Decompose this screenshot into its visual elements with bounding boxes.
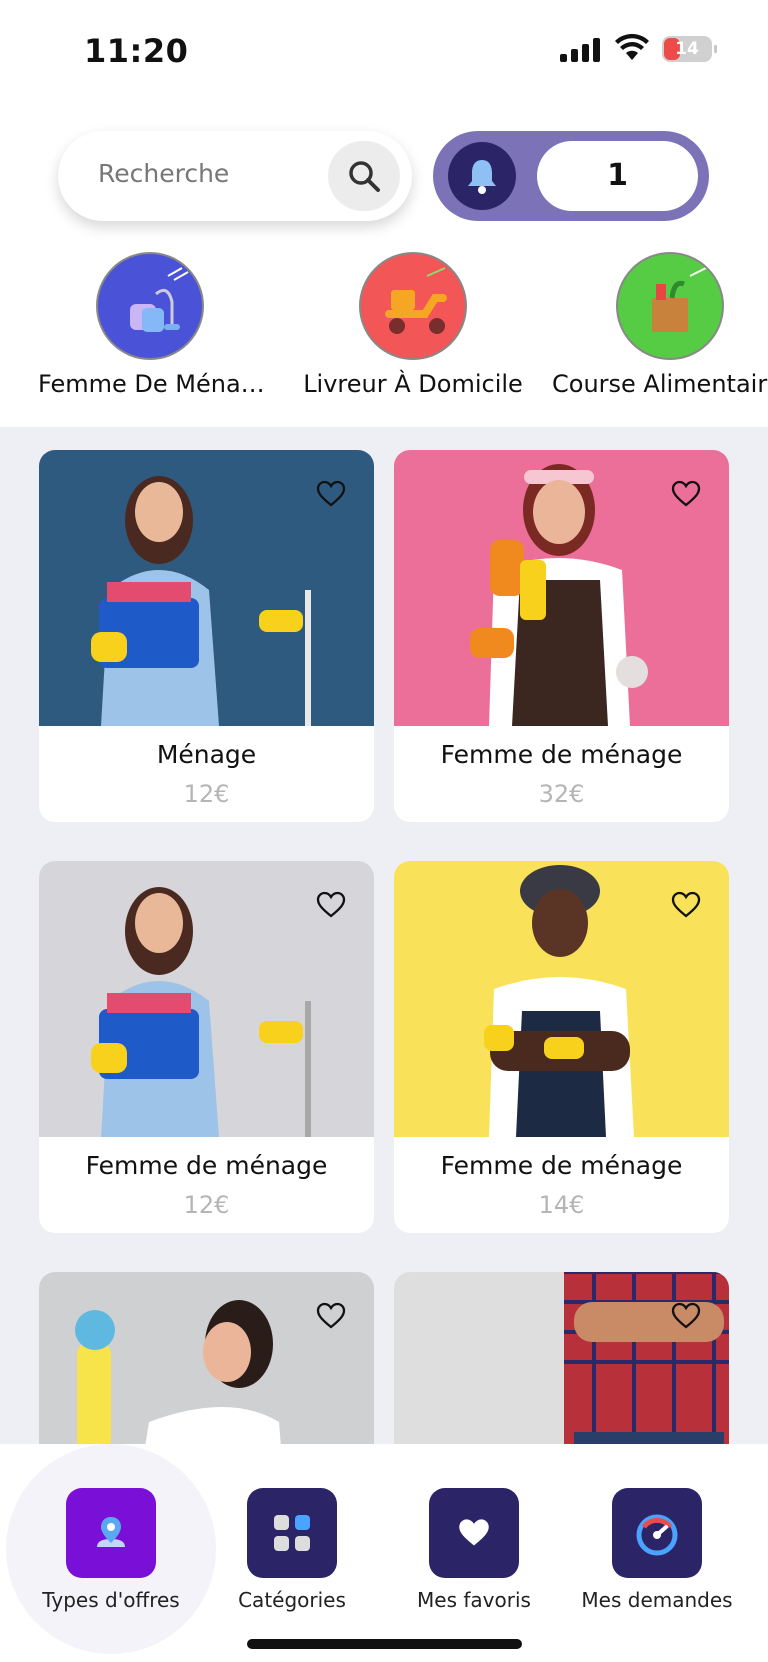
offer-photo (39, 1272, 374, 1444)
tab-label: Types d'offres (42, 1588, 180, 1612)
wifi-icon (615, 34, 649, 60)
vacuum-icon (96, 252, 204, 360)
offer-photo (39, 450, 374, 726)
favorite-heart-icon[interactable] (316, 480, 346, 508)
offer-card[interactable]: Femme de ménage 12€ (39, 861, 374, 1233)
tab-mes-favoris[interactable]: Mes favoris (389, 1488, 559, 1612)
location-pin-icon (66, 1488, 156, 1578)
notification-pill[interactable]: 1 (433, 131, 709, 221)
bottom-navigation: Types d'offres Catégories Mes favoris Me… (0, 1444, 768, 1662)
tab-label: Mes favoris (417, 1588, 531, 1612)
status-bar: 11:20 14 (0, 0, 768, 100)
offer-title: Femme de ménage (440, 1151, 683, 1180)
scooter-icon (359, 252, 467, 360)
category-label: Femme De Ména… (38, 370, 265, 398)
home-indicator[interactable] (247, 1639, 522, 1649)
category-femme-de-menage[interactable]: Femme De Ména… (38, 252, 265, 398)
bell-icon (468, 160, 496, 194)
offer-card[interactable]: Ménage 12€ (39, 450, 374, 822)
grid-icon (247, 1488, 337, 1578)
speedometer-icon (612, 1488, 702, 1578)
offer-price: 14€ (538, 1191, 585, 1219)
offer-card[interactable]: Femme de ménage 32€ (394, 450, 729, 822)
tab-categories[interactable]: Catégories (207, 1488, 377, 1612)
category-label: Course Alimentair (552, 370, 768, 398)
offer-title: Femme de ménage (440, 740, 683, 769)
offer-price: 12€ (183, 780, 230, 808)
offer-photo (394, 450, 729, 726)
heart-icon (429, 1488, 519, 1578)
battery-icon: 14 (662, 36, 717, 62)
offer-price: 32€ (538, 780, 585, 808)
search-bar[interactable]: Recherche (58, 131, 412, 221)
favorite-heart-icon[interactable] (316, 1302, 346, 1330)
tab-mes-demandes[interactable]: Mes demandes (572, 1488, 742, 1612)
status-time: 11:20 (84, 32, 189, 70)
favorite-heart-icon[interactable] (316, 891, 346, 919)
offer-photo (394, 861, 729, 1137)
search-input[interactable]: Recherche (98, 159, 229, 188)
offer-card[interactable]: Femme de ménage 14€ (394, 861, 729, 1233)
category-carousel[interactable]: Femme De Ména… Livreur À Domicile Course… (0, 252, 768, 427)
offer-card[interactable] (39, 1272, 374, 1444)
cellular-signal-icon (560, 38, 600, 62)
battery-level: 14 (675, 39, 699, 59)
tab-label: Mes demandes (581, 1588, 733, 1612)
offer-photo (394, 1272, 729, 1444)
search-button[interactable] (328, 141, 400, 211)
offer-title: Femme de ménage (85, 1151, 328, 1180)
tab-label: Catégories (238, 1588, 346, 1612)
category-livreur-a-domicile[interactable]: Livreur À Domicile (298, 252, 528, 398)
tab-types-offres[interactable]: Types d'offres (26, 1488, 196, 1612)
grocery-bag-icon (616, 252, 724, 360)
notification-button[interactable] (448, 142, 516, 210)
category-label: Livreur À Domicile (303, 370, 523, 398)
category-course-alimentaire[interactable]: Course Alimentair (550, 252, 768, 398)
offer-card[interactable] (394, 1272, 729, 1444)
search-icon (349, 161, 380, 192)
offer-price: 12€ (183, 1191, 230, 1219)
offer-photo (39, 861, 374, 1137)
offers-grid[interactable]: Ménage 12€ Femme de ménage 32€ Femme de … (0, 427, 768, 1444)
offer-title: Ménage (156, 740, 257, 769)
favorite-heart-icon[interactable] (671, 480, 701, 508)
favorite-heart-icon[interactable] (671, 1302, 701, 1330)
notification-count: 1 (537, 141, 698, 211)
favorite-heart-icon[interactable] (671, 891, 701, 919)
